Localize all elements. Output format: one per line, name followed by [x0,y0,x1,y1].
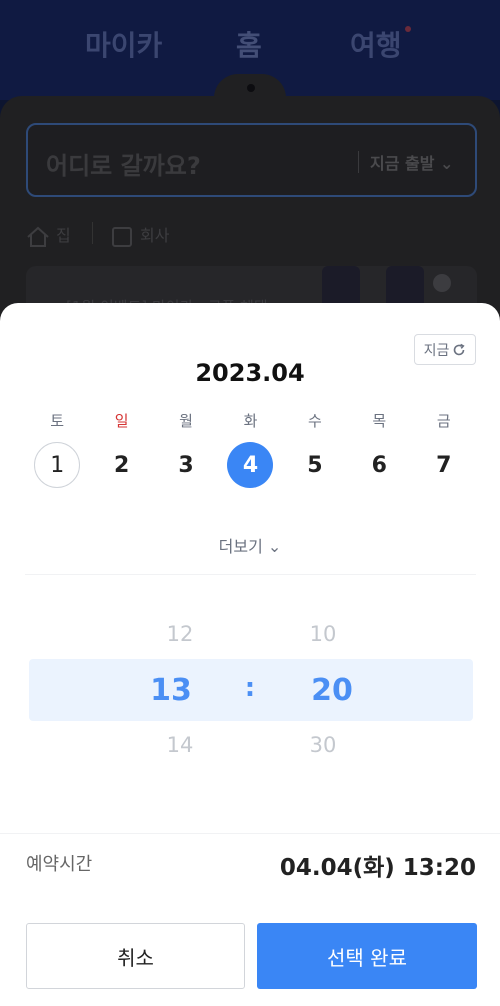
hour-option[interactable]: 12 [140,622,220,646]
date-cell[interactable]: 6 [347,442,411,488]
shortcut-divider [92,222,93,244]
weekday-header: 토 일 월 화 수 목 금 [25,410,476,431]
info-icon[interactable] [433,274,451,292]
date-cell-selected[interactable]: 4 [218,442,282,488]
tab-home[interactable]: 홈 [236,24,262,64]
chevron-down-icon: ⌄ [440,154,454,173]
new-badge-dot [405,26,411,32]
minute-selected[interactable]: 20 [292,673,372,708]
hour-option[interactable]: 14 [140,733,220,757]
weekday-label: 화 [243,412,258,430]
notch-dot [247,84,255,92]
weekday-label: 목 [372,412,387,430]
tab-travel[interactable]: 여행 [350,24,402,64]
weekday-label: 수 [307,412,322,430]
tab-mycar[interactable]: 마이카 [85,24,162,64]
weekday-label: 월 [179,412,193,430]
card-notch [214,74,286,114]
search-divider [358,151,359,173]
cancel-button[interactable]: 취소 [26,923,245,989]
datetime-picker-sheet: 지금 2023.04 토 일 월 화 수 목 금 1 2 3 4 5 6 7 더… [0,303,500,1006]
weekday-label: 토 [50,412,65,430]
date-cell[interactable]: 3 [154,442,218,488]
divider [0,833,500,834]
search-box[interactable]: 어디로 갈까요? 지금 출발 ⌄ [26,123,477,197]
chevron-down-icon: ⌄ [267,537,282,556]
confirm-button[interactable]: 선택 완료 [257,923,477,989]
shortcut-office[interactable]: 회사 [110,222,169,248]
hour-selected[interactable]: 13 [131,673,211,708]
date-cell[interactable]: 7 [412,442,476,488]
building-icon [112,226,132,247]
home-icon [27,226,49,247]
date-cell[interactable]: 2 [89,442,153,488]
time-separator: : [244,673,256,703]
reservation-label: 예약시간 [26,854,93,875]
refresh-icon [454,343,465,355]
reservation-value: 04.04(화) 13:20 [279,855,476,881]
minute-option[interactable]: 30 [283,733,363,757]
divider [25,574,476,575]
weekday-label: 일 [114,412,129,430]
departure-time-selector[interactable]: 지금 출발 ⌄ [370,150,453,174]
more-dates-button[interactable]: 더보기 ⌄ [0,533,500,557]
date-row: 1 2 3 4 5 6 7 [25,442,476,488]
date-cell-today[interactable]: 1 [25,442,89,488]
search-placeholder: 어디로 갈까요? [46,152,201,180]
shortcut-home[interactable]: 집 [26,222,71,248]
date-cell[interactable]: 5 [283,442,347,488]
minute-option[interactable]: 10 [283,622,363,646]
weekday-label: 금 [436,412,451,430]
month-title: 2023.04 [195,359,305,387]
